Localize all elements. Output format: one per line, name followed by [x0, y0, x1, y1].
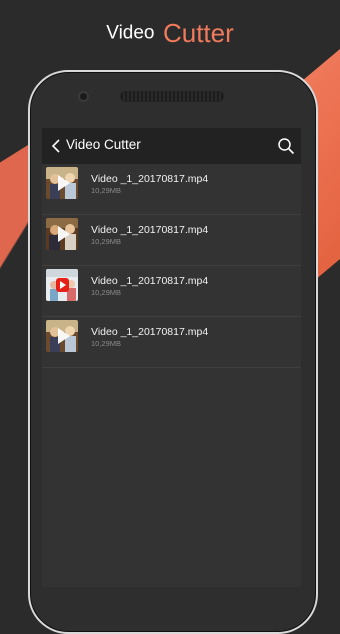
file-name: Video _1_20170817.mp4	[91, 326, 209, 338]
file-name: Video _1_20170817.mp4	[91, 173, 209, 185]
toolbar-title: Video Cutter	[66, 137, 141, 152]
app-screen: Video Cutter Video _1_20170817.mp4 10,29…	[42, 128, 301, 587]
chevron-left-icon[interactable]	[49, 138, 63, 154]
search-icon[interactable]	[277, 137, 295, 155]
file-size: 10,29MB	[91, 186, 122, 195]
earpiece-speaker	[120, 91, 224, 102]
video-thumbnail	[46, 167, 78, 199]
promo-headline: Video Cutter	[0, 18, 340, 49]
file-size: 10,29MB	[91, 339, 122, 348]
file-size: 10,29MB	[91, 237, 122, 246]
headline-word-video: Video	[106, 22, 155, 44]
list-item[interactable]: Video _1_20170817.mp4 10,29MB	[42, 317, 301, 368]
video-file-list: Video _1_20170817.mp4 10,29MB Video _1_2…	[42, 164, 301, 368]
list-item[interactable]: Video _1_20170817.mp4 10,29MB	[42, 164, 301, 215]
headline-word-cutter: Cutter	[162, 18, 234, 48]
phone-frame: Video Cutter Video _1_20170817.mp4 10,29…	[28, 70, 318, 634]
list-item[interactable]: Video _1_20170817.mp4 10,29MB	[42, 215, 301, 266]
front-camera	[80, 93, 87, 100]
video-thumbnail	[46, 269, 78, 301]
file-name: Video _1_20170817.mp4	[91, 275, 209, 287]
file-size: 10,29MB	[91, 288, 122, 297]
list-item[interactable]: Video _1_20170817.mp4 10,29MB	[42, 266, 301, 317]
video-thumbnail	[46, 218, 78, 250]
video-thumbnail	[46, 320, 78, 352]
file-name: Video _1_20170817.mp4	[91, 224, 209, 236]
app-toolbar: Video Cutter	[42, 128, 301, 164]
